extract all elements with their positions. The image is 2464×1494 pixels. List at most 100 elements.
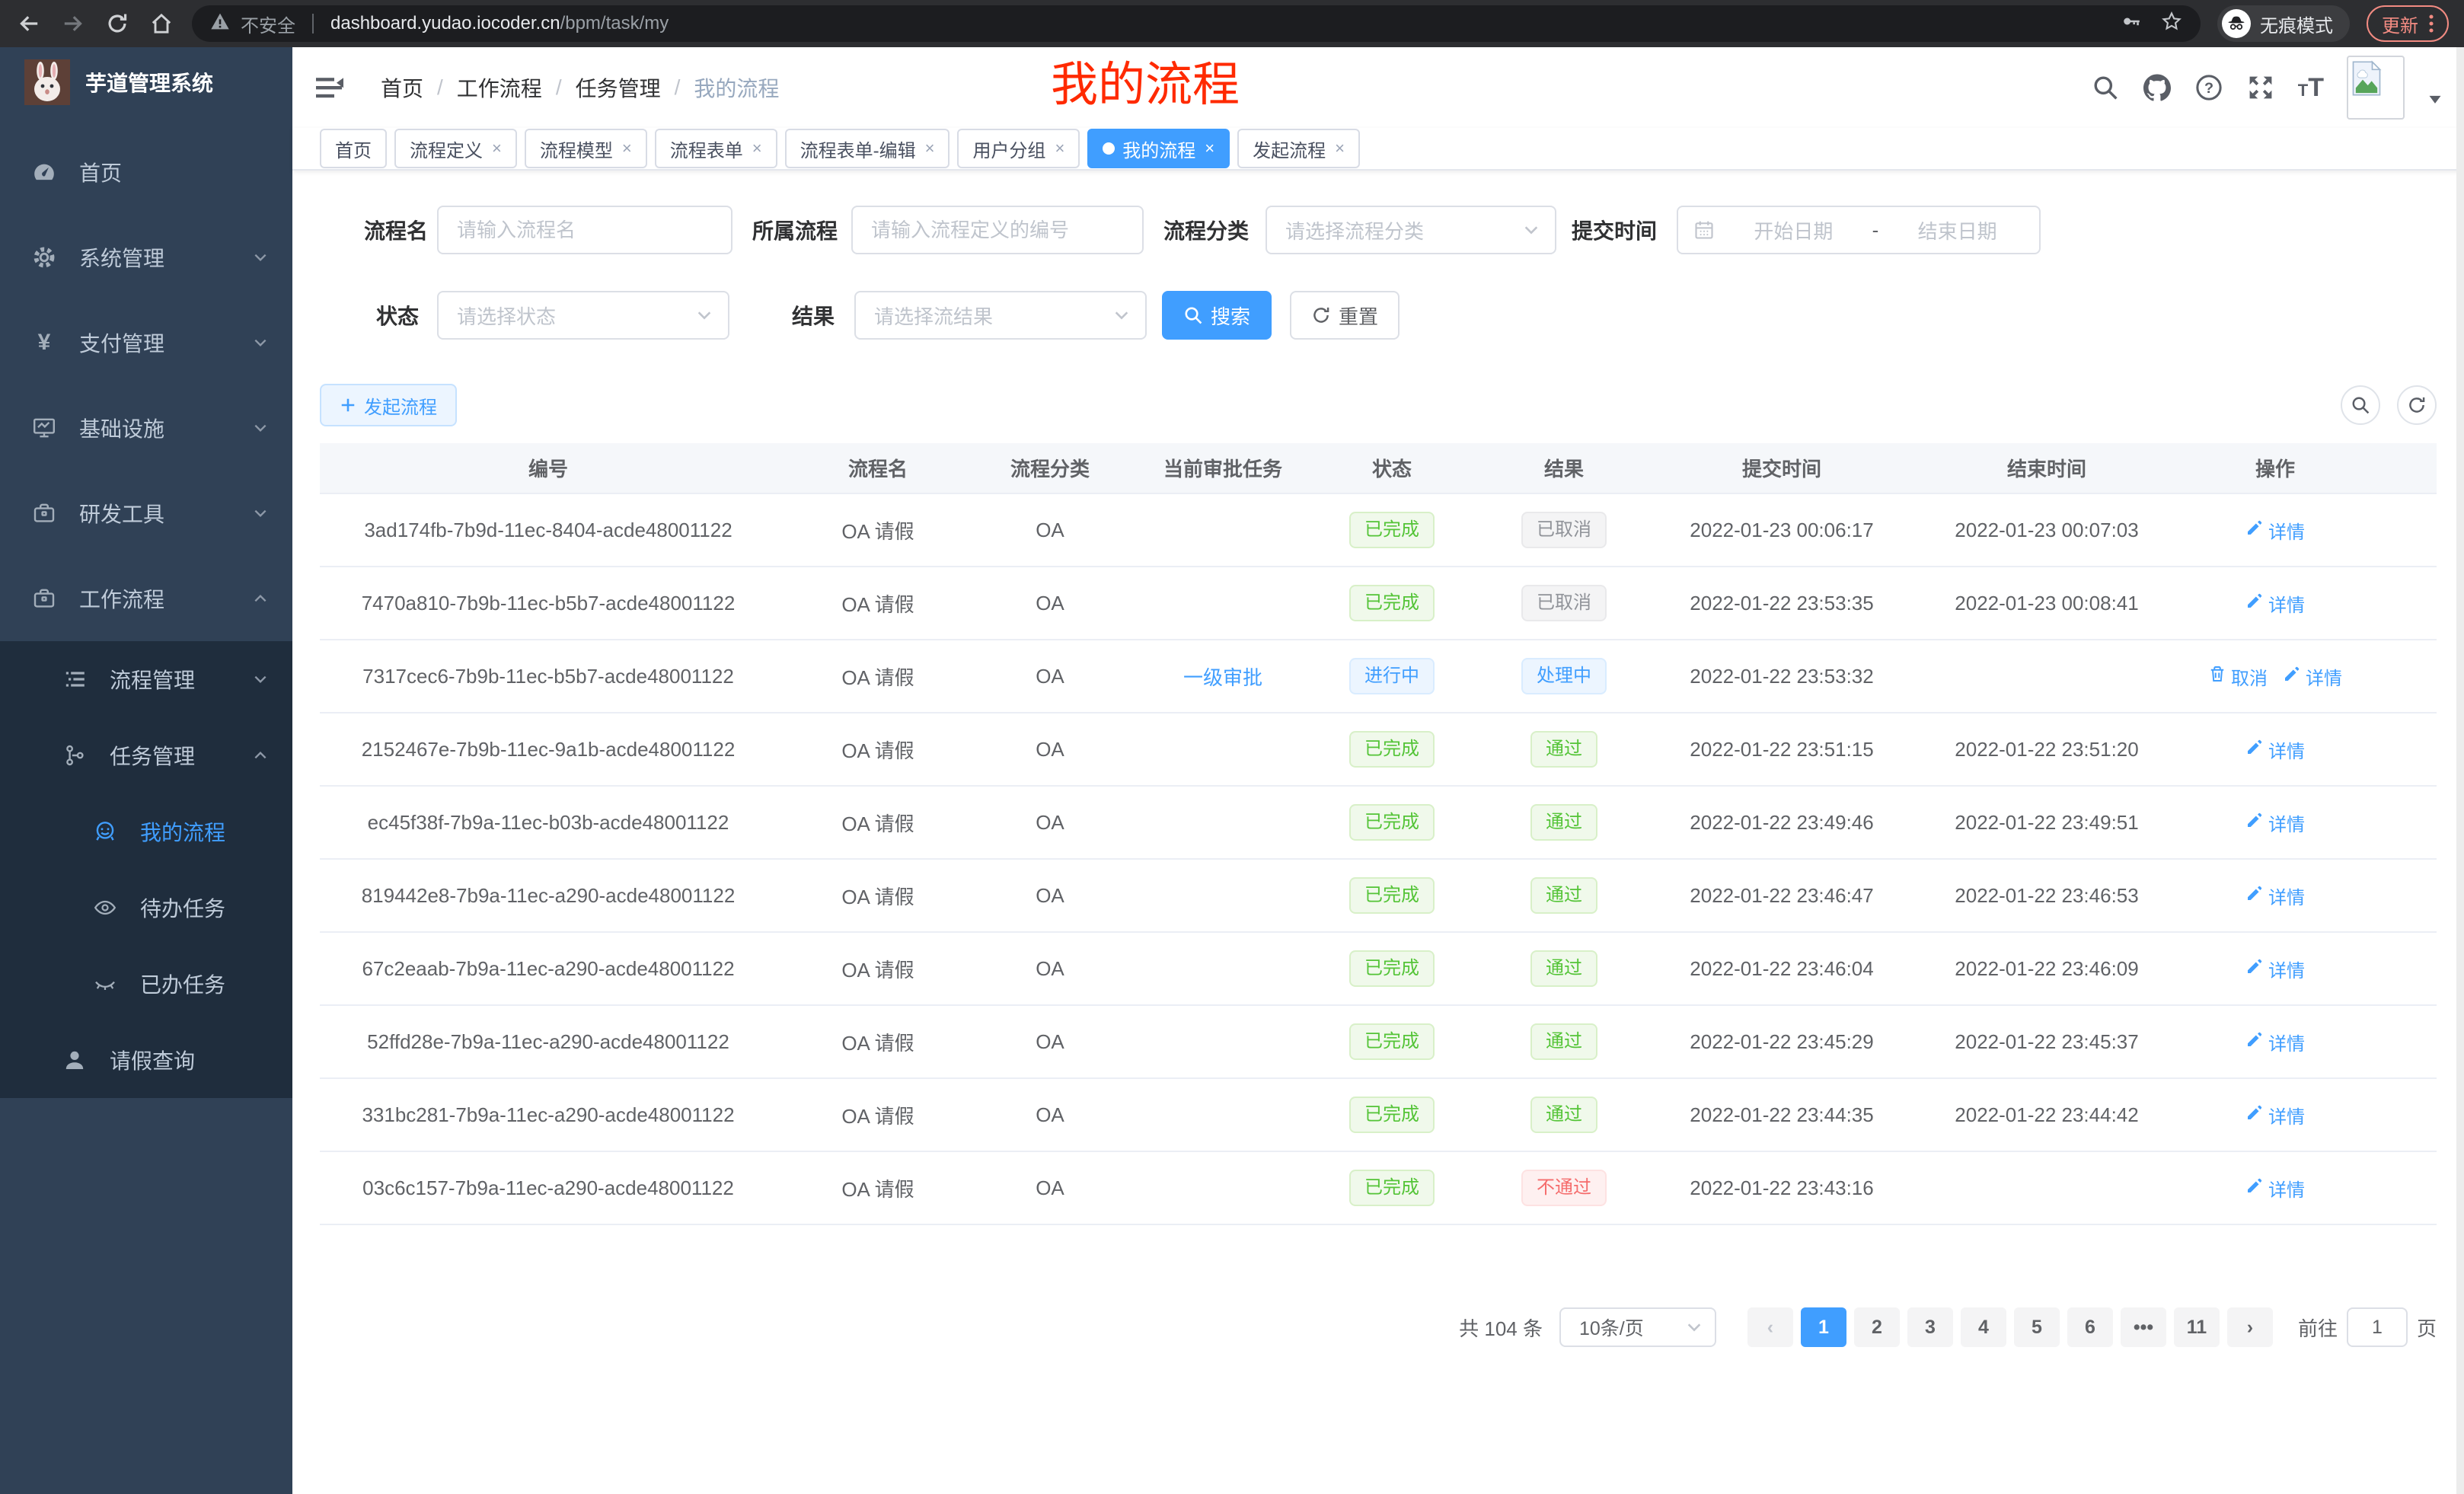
tagview-tab[interactable]: 我的流程× <box>1087 129 1230 168</box>
detail-link[interactable]: 详情 <box>2245 736 2305 763</box>
page-button-3[interactable]: 3 <box>1907 1307 1953 1347</box>
date-range-picker[interactable]: 开始日期 - 结束日期 <box>1677 206 2041 254</box>
close-icon[interactable]: × <box>1055 139 1064 158</box>
close-icon[interactable]: × <box>1205 139 1214 158</box>
process-def-input[interactable] <box>851 206 1144 254</box>
detail-link[interactable]: 详情 <box>2245 956 2305 982</box>
breadcrumb-item[interactable]: 首页 <box>381 72 423 103</box>
page-button-5[interactable]: 5 <box>2014 1307 2060 1347</box>
tagview-tab[interactable]: 首页 <box>320 129 387 168</box>
page-button-11[interactable]: 11 <box>2174 1307 2220 1347</box>
prev-page-button[interactable]: ‹ <box>1747 1307 1793 1347</box>
cell-actions: 详情 <box>2199 786 2351 859</box>
sidebar-item-5[interactable]: 工作流程 <box>0 556 292 641</box>
sidebar-item-9[interactable]: 待办任务 <box>0 870 292 946</box>
tagview-tab[interactable]: 流程表单× <box>655 129 777 168</box>
key-icon[interactable] <box>2121 11 2143 37</box>
next-page-button[interactable]: › <box>2227 1307 2273 1347</box>
cell-id: 331bc281-7b9a-11ec-a290-acde48001122 <box>320 1078 777 1151</box>
cell-result: 处理中 <box>1459 640 1669 713</box>
hamburger-icon[interactable] <box>314 72 344 103</box>
toggle-search-button[interactable] <box>2341 385 2380 425</box>
breadcrumb-item[interactable]: 我的流程 <box>694 72 779 103</box>
close-icon[interactable]: × <box>622 139 632 158</box>
sidebar-item-4[interactable]: 研发工具 <box>0 471 292 556</box>
close-icon[interactable]: × <box>1335 139 1345 158</box>
page-button-4[interactable]: 4 <box>1961 1307 2006 1347</box>
tagview-tab[interactable]: 流程表单-编辑× <box>785 129 950 168</box>
sidebar-item-1[interactable]: 系统管理 <box>0 215 292 300</box>
result-select[interactable]: 请选择流结果 <box>854 291 1147 340</box>
font-size-icon[interactable]: TT <box>2298 73 2324 103</box>
update-button[interactable]: 更新 <box>2367 5 2449 42</box>
tagview-tab[interactable]: 流程定义× <box>394 129 517 168</box>
table-row: 7470a810-7b9b-11ec-b5b7-acde48001122OA 请… <box>320 567 2437 640</box>
sidebar-item-8[interactable]: 我的流程 <box>0 793 292 870</box>
status-badge: 已完成 <box>1349 950 1435 987</box>
detail-link[interactable]: 详情 <box>2245 883 2305 909</box>
plus-icon <box>340 397 356 413</box>
sidebar-item-0[interactable]: 首页 <box>0 129 292 215</box>
avatar[interactable] <box>2347 56 2405 120</box>
back-icon[interactable] <box>15 10 43 37</box>
cell-actions: 取消详情 <box>2199 640 2351 713</box>
end-date-placeholder: 结束日期 <box>1891 216 2024 244</box>
page-button-6[interactable]: 6 <box>2067 1307 2113 1347</box>
category-select[interactable]: 请选择流程分类 <box>1266 206 1556 254</box>
bookmark-star-icon[interactable] <box>2161 11 2182 37</box>
page-button-2[interactable]: 2 <box>1854 1307 1900 1347</box>
sidebar-item-6[interactable]: 流程管理 <box>0 641 292 717</box>
forward-icon[interactable] <box>59 10 87 37</box>
cell-current-task: 一级审批 <box>1121 640 1325 713</box>
cell-category: OA <box>979 640 1121 713</box>
tagview-tab[interactable]: 发起流程× <box>1237 129 1360 168</box>
home-icon[interactable] <box>148 10 175 37</box>
page-size-select[interactable]: 10条/页 <box>1559 1307 1716 1347</box>
cell-id: 7317cec6-7b9b-11ec-b5b7-acde48001122 <box>320 640 777 713</box>
detail-link[interactable]: 详情 <box>2245 590 2305 617</box>
more-pages-button[interactable]: ••• <box>2121 1307 2166 1347</box>
tagview-tab[interactable]: 用户分组× <box>957 129 1080 168</box>
detail-link[interactable]: 详情 <box>2245 1029 2305 1055</box>
pen-icon <box>2245 738 2264 761</box>
sidebar-item-3[interactable]: 基础设施 <box>0 385 292 471</box>
refresh-table-button[interactable] <box>2397 385 2437 425</box>
fullscreen-icon[interactable] <box>2246 73 2275 102</box>
page-button-1[interactable]: 1 <box>1801 1307 1846 1347</box>
breadcrumb-item[interactable]: 任务管理 <box>576 72 661 103</box>
app-logo[interactable]: 芋道管理系统 <box>0 47 292 117</box>
search-button[interactable]: 搜索 <box>1162 291 1272 340</box>
chevron-down-icon[interactable] <box>2427 85 2443 113</box>
breadcrumb-item[interactable]: 工作流程 <box>457 72 542 103</box>
process-name-input[interactable] <box>437 206 732 254</box>
github-icon[interactable] <box>2143 73 2172 102</box>
close-icon[interactable]: × <box>492 139 502 158</box>
goto-page-input[interactable] <box>2347 1307 2408 1347</box>
cell-name: OA 请假 <box>777 932 979 1005</box>
detail-link[interactable]: 详情 <box>2283 663 2342 690</box>
column-header: 流程分类 <box>979 443 1121 493</box>
scrollbar[interactable] <box>2456 47 2464 1494</box>
detail-link[interactable]: 详情 <box>2245 809 2305 836</box>
detail-link[interactable]: 详情 <box>2245 1102 2305 1128</box>
close-icon[interactable]: × <box>752 139 762 158</box>
search-icon[interactable] <box>2091 73 2120 102</box>
cancel-link[interactable]: 取消 <box>2208 663 2268 690</box>
detail-link[interactable]: 详情 <box>2245 517 2305 544</box>
reload-icon[interactable] <box>104 10 131 37</box>
tagview-tab[interactable]: 流程模型× <box>525 129 647 168</box>
help-icon[interactable]: ? <box>2194 73 2223 102</box>
sidebar-item-7[interactable]: 任务管理 <box>0 717 292 793</box>
close-icon[interactable]: × <box>925 139 935 158</box>
status-select[interactable]: 请选择状态 <box>437 291 729 340</box>
sidebar-item-2[interactable]: ¥支付管理 <box>0 300 292 385</box>
address-bar[interactable]: 不安全 dashboard.yudao.iocoder.cn/bpm/task/… <box>192 5 2201 42</box>
divider <box>312 14 314 34</box>
detail-link[interactable]: 详情 <box>2245 1175 2305 1202</box>
sidebar-item-10[interactable]: 已办任务 <box>0 946 292 1022</box>
reset-button[interactable]: 重置 <box>1290 291 1400 340</box>
sidebar-item-11[interactable]: 请假查询 <box>0 1022 292 1098</box>
security-warning-icon[interactable] <box>210 11 230 37</box>
create-process-button[interactable]: 发起流程 <box>320 384 457 426</box>
cell-category: OA <box>979 786 1121 859</box>
